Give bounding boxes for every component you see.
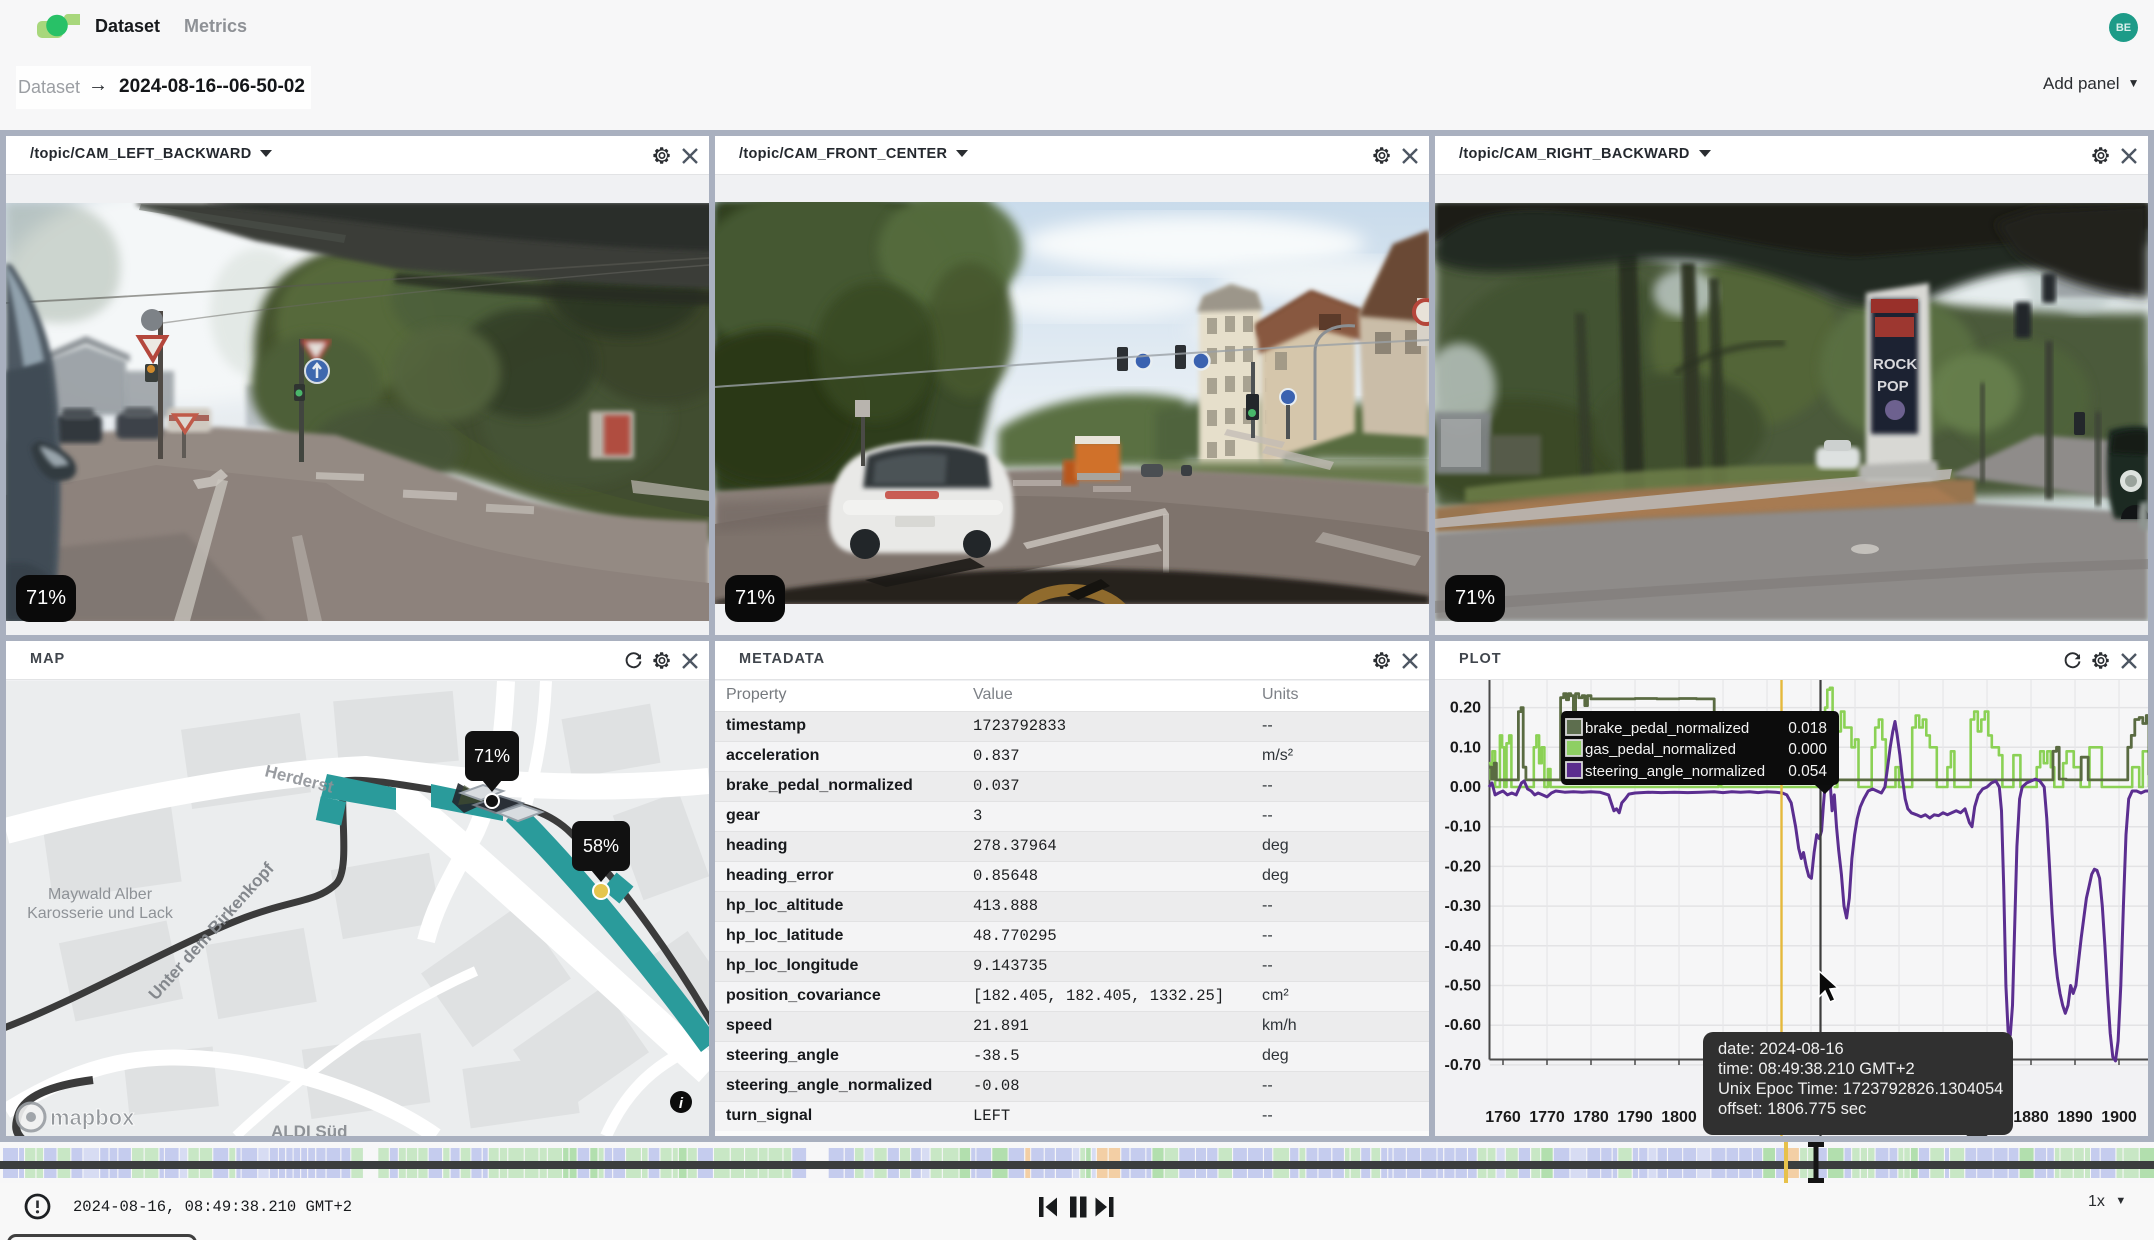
svg-text:brake_pedal_normalized: brake_pedal_normalized xyxy=(1585,720,1749,737)
svg-text:1900: 1900 xyxy=(2101,1109,2137,1126)
svg-text:ROCK: ROCK xyxy=(1873,356,1917,373)
svg-text:58%: 58% xyxy=(583,836,619,856)
svg-text:mapbox: mapbox xyxy=(50,1105,135,1130)
svg-text:gas_pedal_normalized: gas_pedal_normalized xyxy=(1585,741,1736,758)
svg-text:-0.30: -0.30 xyxy=(1445,898,1482,915)
svg-text:POP: POP xyxy=(1877,378,1909,395)
svg-text:Maywald Alber: Maywald Alber xyxy=(48,886,153,903)
svg-text:71%: 71% xyxy=(474,746,510,766)
svg-text:-0.40: -0.40 xyxy=(1445,938,1482,955)
svg-text:1770: 1770 xyxy=(1529,1109,1565,1126)
svg-text:1880: 1880 xyxy=(2013,1109,2049,1126)
svg-text:-0.10: -0.10 xyxy=(1445,819,1482,836)
svg-text:0.018: 0.018 xyxy=(1788,720,1827,737)
svg-text:offset: 1806.775 sec: offset: 1806.775 sec xyxy=(1718,1100,1866,1118)
svg-text:0.000: 0.000 xyxy=(1788,741,1827,758)
svg-text:1890: 1890 xyxy=(2057,1109,2093,1126)
svg-text:0.10: 0.10 xyxy=(1450,739,1481,756)
svg-text:1790: 1790 xyxy=(1617,1109,1653,1126)
svg-text:1780: 1780 xyxy=(1573,1109,1609,1126)
svg-text:-0.20: -0.20 xyxy=(1445,858,1482,875)
svg-text:1760: 1760 xyxy=(1485,1109,1521,1126)
svg-text:steering_angle_normalized: steering_angle_normalized xyxy=(1585,763,1765,780)
svg-text:-0.70: -0.70 xyxy=(1445,1057,1482,1074)
svg-text:Unix Epoc Time: 1723792826.130: Unix Epoc Time: 1723792826.1304054 xyxy=(1718,1080,2003,1098)
svg-text:0.054: 0.054 xyxy=(1788,763,1827,780)
svg-text:0.20: 0.20 xyxy=(1450,700,1481,717)
svg-text:0.00: 0.00 xyxy=(1450,779,1481,796)
svg-text:date: 2024-08-16: date: 2024-08-16 xyxy=(1718,1040,1844,1058)
svg-text:Karosserie und Lack: Karosserie und Lack xyxy=(27,905,174,922)
svg-text:-0.60: -0.60 xyxy=(1445,1017,1482,1034)
svg-text:1800: 1800 xyxy=(1661,1109,1697,1126)
svg-text:time: 08:49:38.210 GMT+2: time: 08:49:38.210 GMT+2 xyxy=(1718,1060,1915,1078)
svg-text:-0.50: -0.50 xyxy=(1445,978,1482,995)
svg-text:ALDI Süd: ALDI Süd xyxy=(271,1122,348,1136)
